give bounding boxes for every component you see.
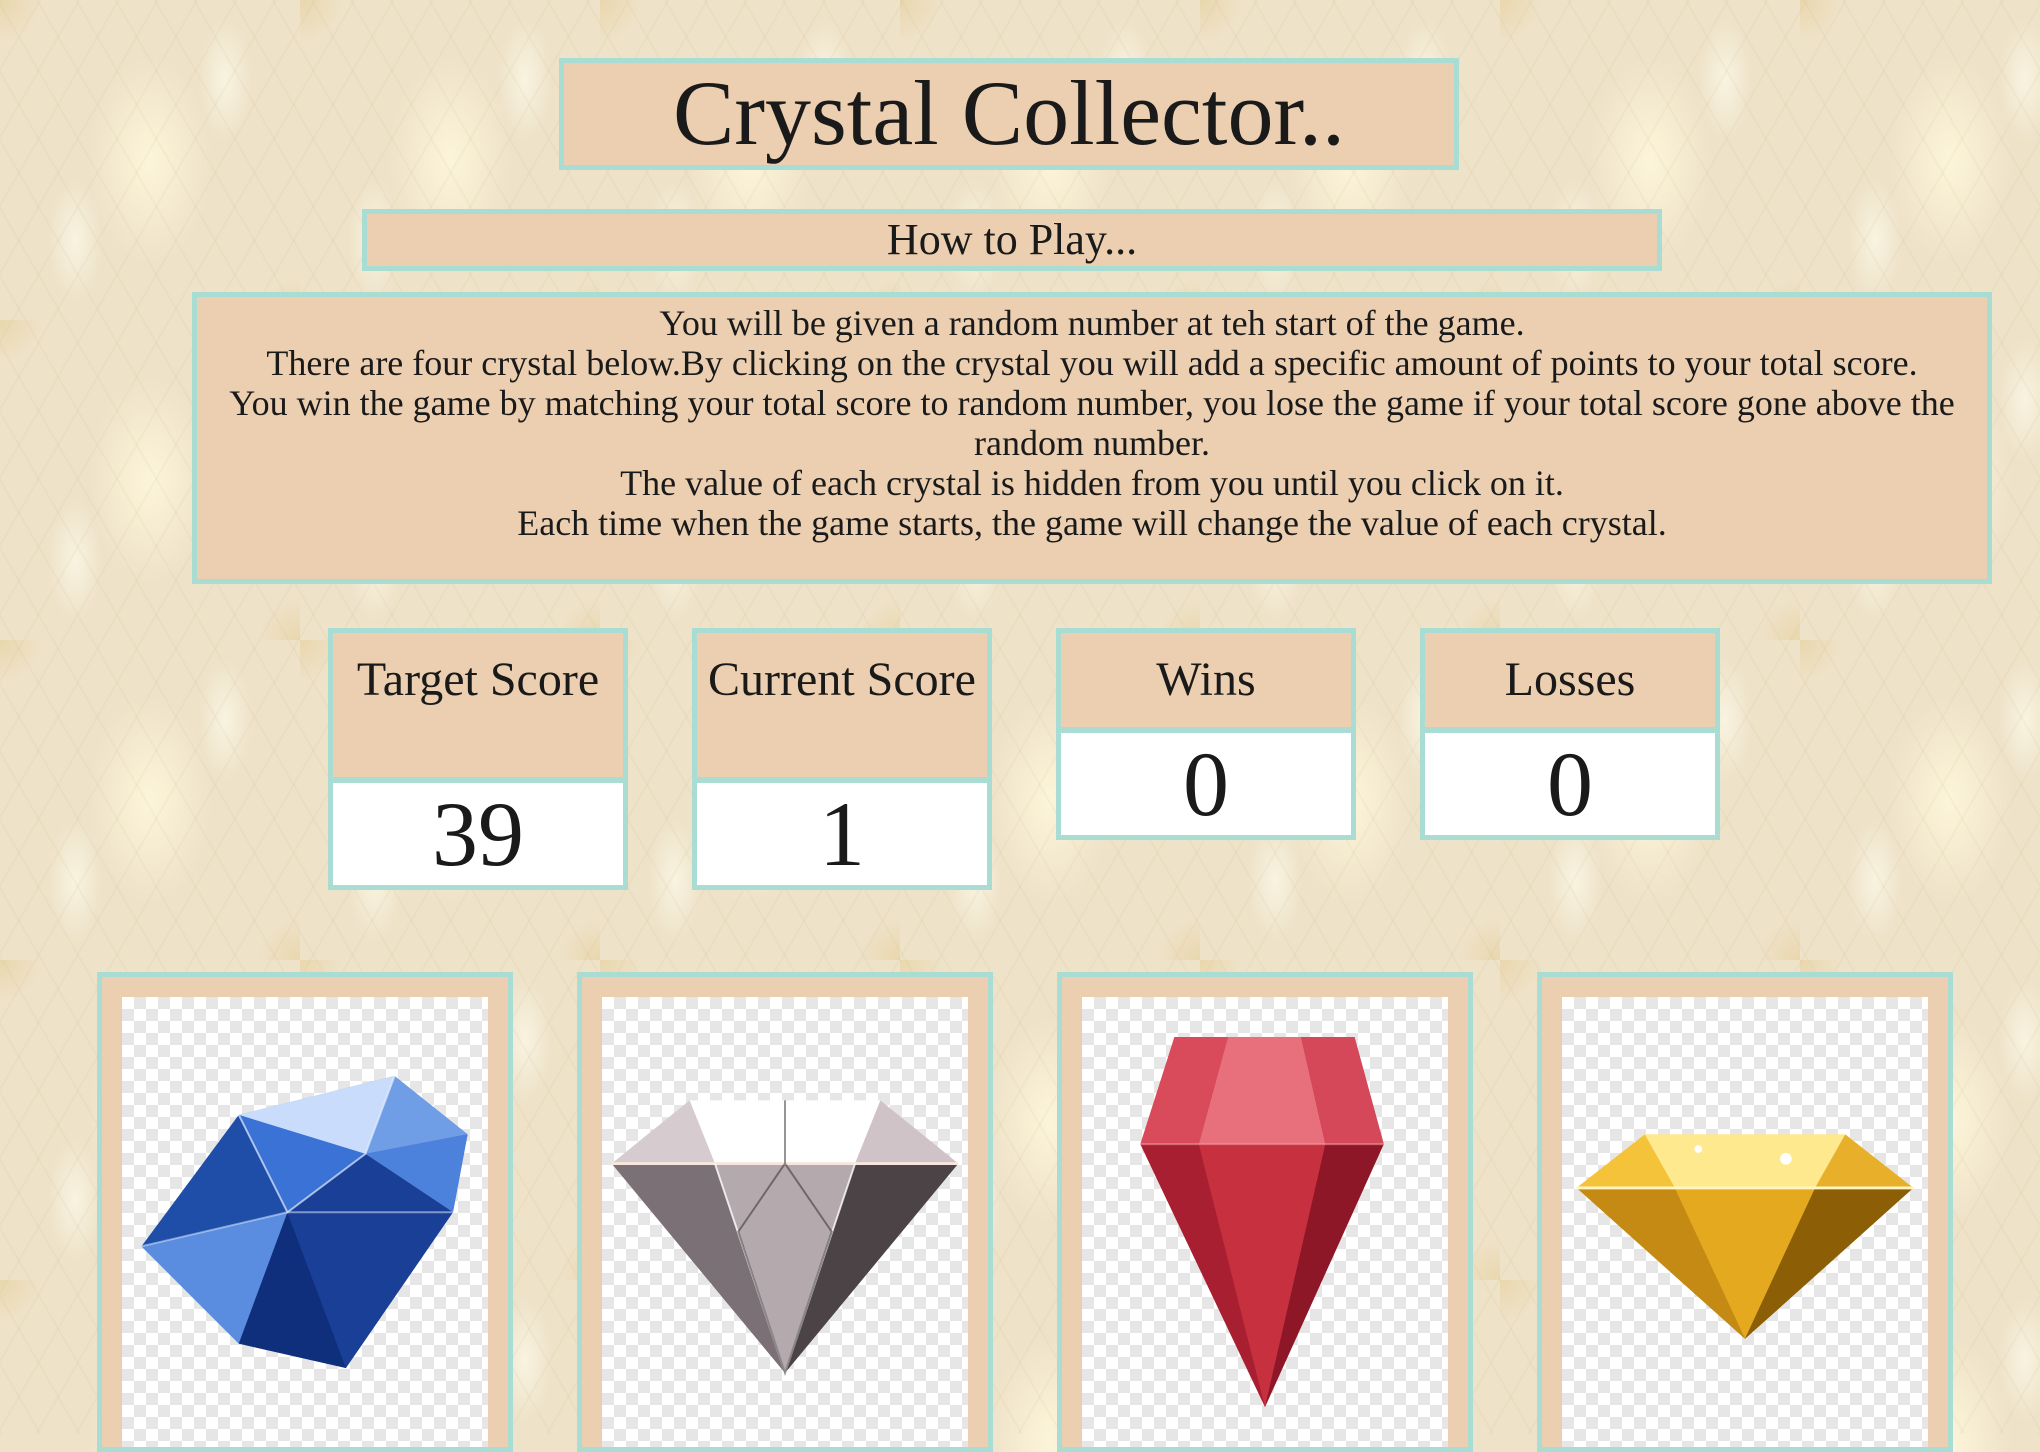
instruction-line: You will be given a random number at teh… xyxy=(659,303,1525,343)
target-score-label: Target Score xyxy=(333,633,623,777)
instructions-panel: You will be given a random number at teh… xyxy=(192,292,1992,584)
instruction-line: There are four crystal below.By clicking… xyxy=(266,343,1918,383)
clear-diamond-icon xyxy=(611,1100,959,1376)
wins-box: Wins 0 xyxy=(1056,628,1356,840)
losses-value: 0 xyxy=(1425,733,1715,835)
target-score-value: 39 xyxy=(333,783,623,885)
wins-label: Wins xyxy=(1061,633,1351,727)
wins-value: 0 xyxy=(1061,733,1351,835)
instruction-line: The value of each crystal is hidden from… xyxy=(620,463,1564,503)
losses-box: Losses 0 xyxy=(1420,628,1720,840)
instruction-line: Each time when the game starts, the game… xyxy=(517,503,1667,543)
red-gem-icon xyxy=(1140,1037,1384,1407)
blue-diamond-icon xyxy=(141,1075,468,1369)
current-score-value: 1 xyxy=(697,783,987,885)
crystal-image-area xyxy=(1562,997,1928,1447)
target-score-box: Target Score 39 xyxy=(328,628,628,890)
crystal-button-red[interactable] xyxy=(1057,972,1473,1452)
current-score-label: Current Score xyxy=(697,633,987,777)
crystal-button-clear[interactable] xyxy=(577,972,993,1452)
crystal-button-gold[interactable] xyxy=(1537,972,1953,1452)
crystal-image-area xyxy=(122,997,488,1447)
crystal-button-blue[interactable] xyxy=(97,972,513,1452)
crystal-image-area xyxy=(1082,997,1448,1447)
page-title: Crystal Collector.. xyxy=(559,58,1459,170)
gold-diamond-icon xyxy=(1576,1134,1914,1339)
how-to-play-heading: How to Play... xyxy=(362,209,1662,271)
instruction-line: You win the game by matching your total … xyxy=(229,383,1955,463)
crystal-image-area xyxy=(602,997,968,1447)
losses-label: Losses xyxy=(1425,633,1715,727)
current-score-box: Current Score 1 xyxy=(692,628,992,890)
